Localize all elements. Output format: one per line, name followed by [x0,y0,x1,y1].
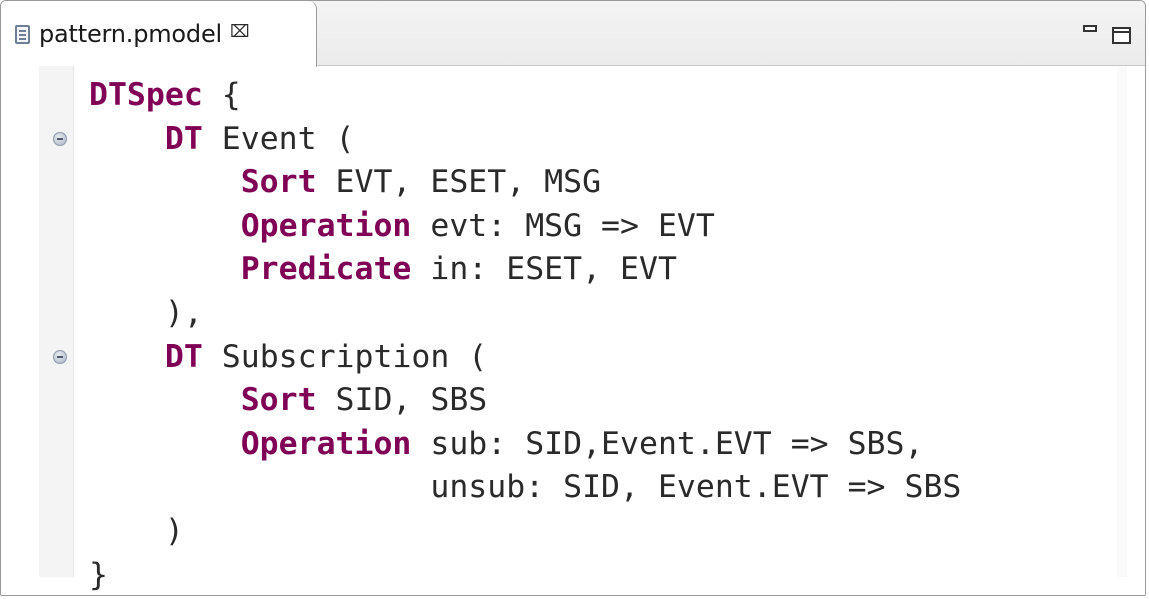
code-token: Subscription ( [202,338,488,375]
code-token: evt: MSG => EVT [411,207,715,244]
keyword-token: Sort [240,382,317,419]
code-token: in: ESET, EVT [411,251,677,288]
editor-tab-pattern-pmodel[interactable]: pattern.pmodel ⌧ [1,1,317,67]
keyword-token: Operation [240,207,412,244]
code-line[interactable]: ), [89,292,961,336]
maximize-button[interactable] [1112,27,1131,44]
code-line[interactable]: Sort SID, SBS [89,379,961,423]
code-line[interactable]: DTSpec { [89,74,961,118]
keyword-token: Operation [240,425,412,462]
code-token: EVT, ESET, MSG [316,164,602,201]
text-file-icon [15,24,30,44]
code-line[interactable]: Sort EVT, ESET, MSG [89,161,961,205]
code-token: } [89,556,108,593]
code-line[interactable]: unsub: SID, Event.EVT => SBS [89,466,961,510]
code-editor[interactable]: DTSpec { DT Event ( Sort EVT, ESET, MSG … [1,66,1145,595]
code-line[interactable]: DT Event ( [89,118,961,162]
editor-frame: pattern.pmodel ⌧ DTSpec { DT Event ( Sor… [0,0,1146,596]
overview-ruler [1117,66,1127,577]
code-text[interactable]: DTSpec { DT Event ( Sort EVT, ESET, MSG … [89,74,961,595]
code-line[interactable]: DT Subscription ( [89,336,961,380]
keyword-token: Predicate [240,251,412,288]
code-token: unsub: SID, Event.EVT => SBS [89,469,962,506]
close-tab-icon[interactable]: ⌧ [230,22,250,42]
code-token: Event ( [202,120,355,157]
code-token: SID, SBS [316,382,488,419]
code-line[interactable]: Operation evt: MSG => EVT [89,205,961,249]
keyword-token: DT [164,120,203,157]
keyword-token: DTSpec [89,77,203,113]
code-token: sub: SID,Event.EVT => SBS, [411,425,924,462]
code-line[interactable]: Operation sub: SID,Event.EVT => SBS, [89,423,961,467]
code-token: ), [89,294,203,331]
code-token: { [202,77,241,113]
code-line[interactable]: } [89,554,961,595]
minimize-button[interactable] [1083,25,1097,32]
tab-title: pattern.pmodel [39,20,222,48]
keyword-token: Sort [240,164,317,201]
keyword-token: DT [164,338,203,375]
code-line[interactable]: Predicate in: ESET, EVT [89,248,961,292]
code-line[interactable]: ) [89,510,961,554]
code-token: ) [89,512,184,549]
editor-tab-bar: pattern.pmodel ⌧ [1,1,1145,67]
